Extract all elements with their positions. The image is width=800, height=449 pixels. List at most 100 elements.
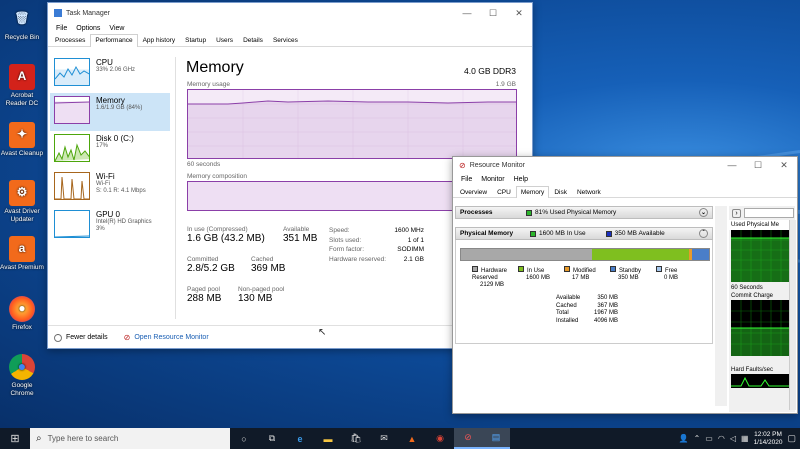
desktop-icon-avast-cleanup[interactable]: ✦ Avast Cleanup bbox=[0, 122, 44, 158]
menu-view[interactable]: View bbox=[109, 25, 124, 32]
people-icon[interactable]: 👤 bbox=[679, 434, 689, 443]
clock[interactable]: 12:02 PM 1/14/2020 bbox=[754, 431, 783, 447]
chevron-up-icon[interactable]: ⌃ bbox=[694, 434, 701, 443]
views-button[interactable] bbox=[744, 208, 794, 218]
sidebar-sub: Wi-Fi bbox=[96, 181, 110, 187]
physical-memory-section-header[interactable]: Physical Memory 1600 MB In Use 350 MB Av… bbox=[455, 227, 713, 240]
clock-time: 12:02 PM bbox=[754, 430, 782, 438]
summary-row: Total 1967 MB bbox=[556, 310, 618, 316]
notification-icon[interactable]: ▢ bbox=[787, 433, 796, 444]
tab-app-history[interactable]: App history bbox=[138, 34, 181, 46]
composition-label: Memory composition bbox=[187, 173, 247, 180]
taskbar-mail[interactable]: ✉ bbox=[370, 428, 398, 449]
maximize-icon[interactable]: ☐ bbox=[745, 160, 771, 171]
taskbar-chrome[interactable]: ◉ bbox=[426, 428, 454, 449]
graph-label-hard-faults: Hard Faults/sec bbox=[731, 367, 774, 373]
desktop-icon-firefox[interactable]: ● Firefox bbox=[0, 296, 44, 332]
desktop-icon-avast-premium[interactable]: a Avast Premium bbox=[0, 236, 44, 272]
taskbar-avast[interactable]: ▲ bbox=[398, 428, 426, 449]
desktop-icon-recycle-bin[interactable]: 🗑 Recycle Bin bbox=[0, 6, 44, 42]
summary-row: Available 350 MB bbox=[556, 295, 618, 301]
taskbar-store[interactable]: 🛍 bbox=[342, 428, 370, 449]
tab-processes[interactable]: Processes bbox=[50, 34, 90, 46]
sidebar-item-cpu[interactable]: CPU 33% 2.06 GHz bbox=[50, 55, 170, 93]
store-icon: 🛍 bbox=[350, 433, 362, 443]
desktop-icon-chrome[interactable]: ● Google Chrome bbox=[0, 354, 44, 397]
legend-item-standby: Standby 350 MB bbox=[610, 266, 656, 289]
resource-monitor-icon: ⊘ bbox=[459, 160, 466, 170]
tab-memory[interactable]: Memory bbox=[515, 186, 550, 198]
taskbar: ⊞ ⌕ Type here to search ○ ⧉ e ▬ 🛍 ✉ ▲ ◉ … bbox=[0, 428, 800, 449]
stat-nonpaged-pool: Non-paged pool 130 MB bbox=[238, 286, 285, 304]
taskbar-resource-monitor[interactable]: ⊘ bbox=[454, 428, 482, 449]
sidebar-item-wifi[interactable]: Wi-Fi Wi-Fi S: 0.1 R: 4.1 Mbps bbox=[50, 169, 170, 207]
taskbar-file-explorer[interactable]: ▬ bbox=[314, 428, 342, 449]
search-box[interactable]: ⌕ Type here to search bbox=[30, 428, 230, 449]
tab-services[interactable]: Services bbox=[268, 34, 303, 46]
sidebar-item-memory[interactable]: Memory 1.6/1.9 GB (84%) bbox=[50, 93, 170, 131]
wifi-thumbnail bbox=[54, 172, 90, 200]
tab-overview[interactable]: Overview bbox=[455, 186, 492, 197]
battery-icon[interactable]: ▭ bbox=[705, 434, 713, 443]
mail-icon: ✉ bbox=[380, 433, 388, 443]
menu-help[interactable]: Help bbox=[514, 176, 528, 183]
stat-in-use: In use (Compressed) 1.6 GB (43.2 MB) bbox=[187, 226, 265, 244]
start-button[interactable]: ⊞ bbox=[0, 428, 30, 449]
tab-cpu[interactable]: CPU bbox=[492, 186, 516, 197]
taskbar-task-manager[interactable]: ▤ bbox=[482, 428, 510, 449]
graph-scrollbar[interactable] bbox=[789, 220, 796, 410]
fewer-details-link[interactable]: Fewer details bbox=[66, 334, 108, 341]
desktop-icon-acrobat[interactable]: A Acrobat Reader DC bbox=[0, 64, 44, 107]
usage-max: 1.9 GB bbox=[495, 81, 516, 88]
menu-file[interactable]: File bbox=[56, 25, 67, 32]
physical-memory-panel: Hardware Reserved 2129 MB In Use 1600 MB M… bbox=[455, 240, 713, 344]
clock-date: 1/14/2020 bbox=[753, 438, 783, 446]
pane-splitter[interactable] bbox=[715, 206, 727, 406]
keyboard-icon[interactable]: ▦ bbox=[741, 434, 749, 443]
task-view-button[interactable]: ⧉ bbox=[258, 428, 286, 449]
in-use-info: 1600 MB In Use bbox=[539, 230, 586, 237]
spec-row: Slots used: 1 of 1 bbox=[329, 236, 424, 244]
firefox-icon: ● bbox=[9, 296, 35, 322]
menu-file[interactable]: File bbox=[461, 176, 472, 183]
recycle-bin-icon: 🗑 bbox=[14, 11, 30, 26]
desktop-icon-avast-driver[interactable]: ⚙ Avast Driver Updater bbox=[0, 180, 44, 223]
sidebar-item-gpu[interactable]: GPU 0 Intel(R) HD Graphics 3% bbox=[50, 207, 170, 245]
cortana-button[interactable]: ○ bbox=[230, 428, 258, 449]
tab-network[interactable]: Network bbox=[572, 186, 606, 197]
available-swatch bbox=[605, 230, 612, 237]
legend-item-hardware: Hardware Reserved 2129 MB bbox=[472, 266, 508, 288]
wifi-icon[interactable]: ◠ bbox=[718, 434, 725, 443]
avast-driver-icon: ⚙ bbox=[9, 180, 35, 206]
maximize-icon[interactable]: ☐ bbox=[480, 8, 506, 19]
volume-icon[interactable]: ◁ bbox=[730, 434, 736, 443]
page-title: Memory bbox=[186, 59, 244, 76]
perf-sidebar: CPU 33% 2.06 GHz Memory 1.6/1.9 GB (84%) D… bbox=[50, 55, 170, 245]
spec-row: Form factor: SODIMM bbox=[329, 246, 424, 253]
menu-options[interactable]: Options bbox=[76, 25, 100, 32]
sidebar-item-disk[interactable]: Disk 0 (C:) 17% bbox=[50, 131, 170, 169]
open-resource-monitor-link[interactable]: Open Resource Monitor bbox=[134, 334, 208, 341]
chevron-down-icon[interactable]: ⌄ bbox=[699, 208, 708, 217]
tab-users[interactable]: Users bbox=[211, 34, 238, 46]
tab-disk[interactable]: Disk bbox=[549, 186, 572, 197]
task-view-icon: ⧉ bbox=[268, 433, 276, 443]
menu-bar: File Monitor Help bbox=[453, 173, 797, 186]
tab-startup[interactable]: Startup bbox=[180, 34, 211, 46]
chevron-up-icon[interactable]: ˆ bbox=[699, 229, 708, 238]
taskbar-edge[interactable]: e bbox=[286, 428, 314, 449]
summary-row: Installed 4096 MB bbox=[556, 317, 618, 324]
close-icon[interactable]: ✕ bbox=[771, 160, 797, 171]
chevron-right-icon[interactable]: › bbox=[732, 208, 741, 218]
tab-details[interactable]: Details bbox=[238, 34, 268, 46]
menu-monitor[interactable]: Monitor bbox=[481, 176, 504, 183]
bar-in-use bbox=[592, 249, 690, 260]
time-label: 60 seconds bbox=[187, 161, 221, 168]
tab-performance[interactable]: Performance bbox=[90, 34, 138, 47]
minimize-icon[interactable]: — bbox=[454, 8, 480, 18]
minimize-icon[interactable]: — bbox=[719, 160, 745, 170]
processes-section-header[interactable]: Processes 81% Used Physical Memory ⌄ bbox=[455, 206, 713, 219]
close-icon[interactable]: ✕ bbox=[506, 8, 532, 19]
available-info: 350 MB Available bbox=[614, 230, 665, 237]
stat-available: Available 351 MB bbox=[283, 226, 318, 244]
